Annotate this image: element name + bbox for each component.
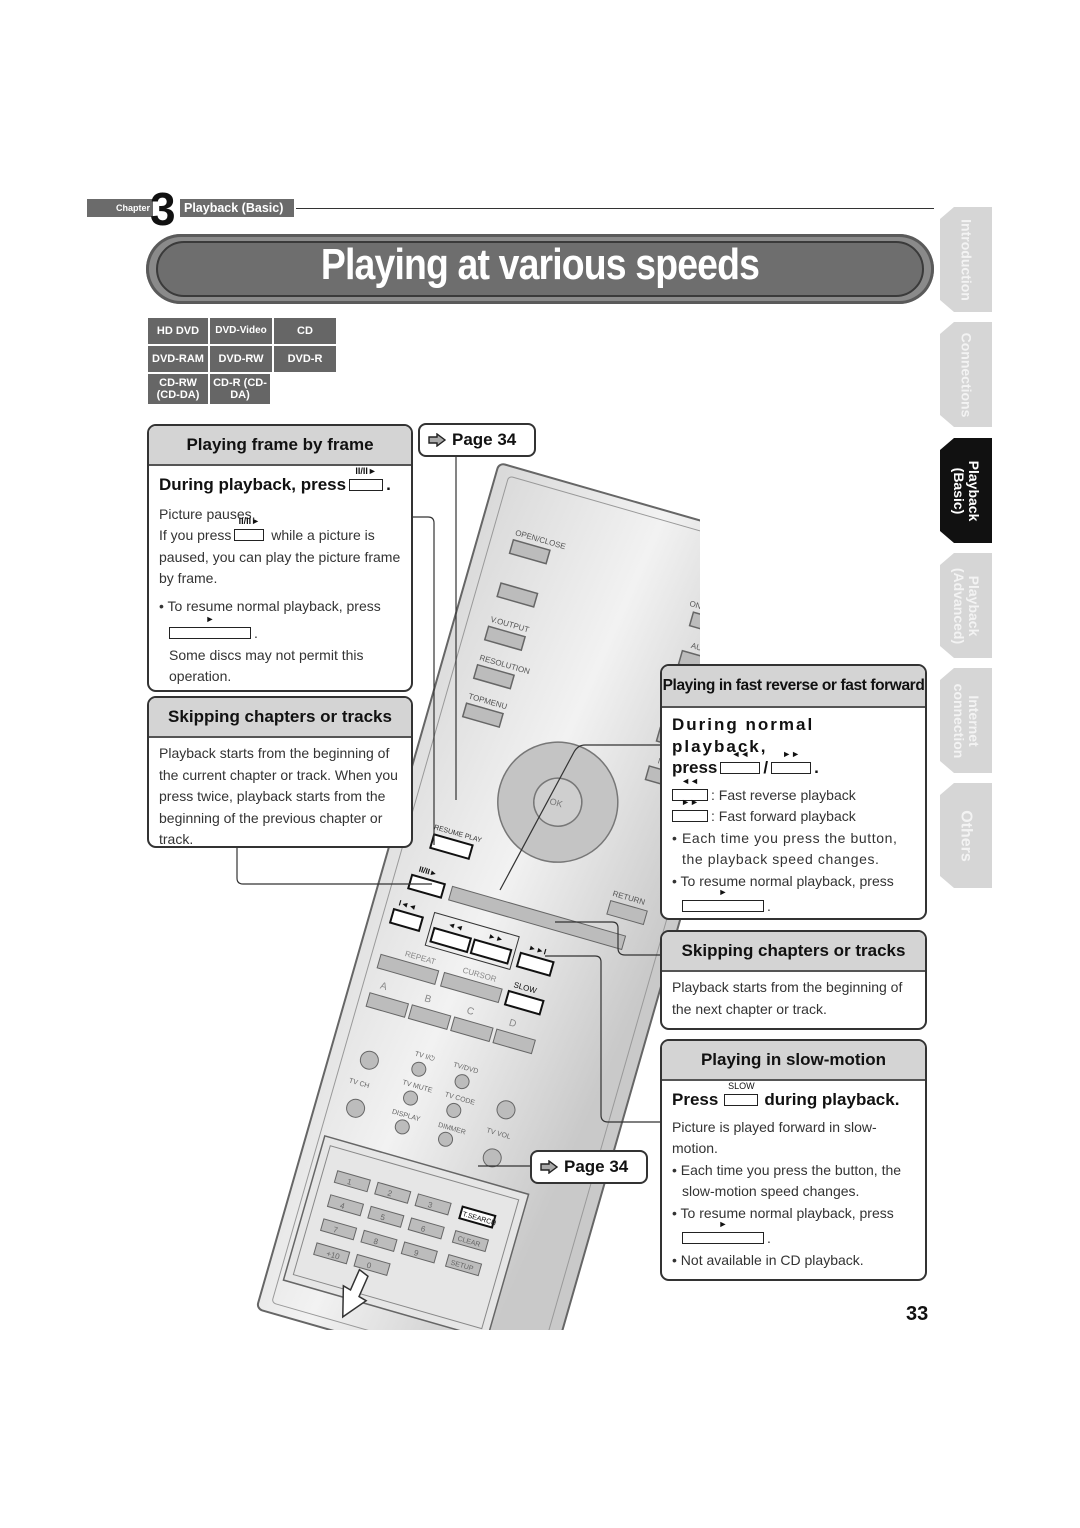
fast-search-box: Playing in fast reverse or fast forward … bbox=[660, 664, 927, 920]
slow-speed-bullet: • Each time you press the button, the sl… bbox=[672, 1161, 902, 1200]
disc-badge: DVD-RW bbox=[210, 346, 272, 372]
chapter-title: Playback (Basic) bbox=[184, 201, 284, 215]
arrow-right-icon bbox=[428, 433, 446, 447]
side-tab-label: Connections bbox=[958, 332, 975, 417]
frame-step-text: If you press II/II► while a picture is pa… bbox=[159, 516, 401, 586]
disc-badge: CD-R (CD-DA) bbox=[210, 374, 270, 404]
page-ref-top[interactable]: Page 34 bbox=[418, 423, 536, 457]
page-title: Playing at various speeds bbox=[320, 240, 760, 289]
side-tab-label: Playback (Advanced) bbox=[951, 567, 982, 644]
arrow-right-icon bbox=[540, 1160, 558, 1174]
rewind-key-icon: ◄◄ bbox=[720, 749, 761, 774]
skip-previous-heading: Skipping chapters or tracks bbox=[149, 698, 411, 738]
chapter-label: Chapter bbox=[116, 203, 151, 213]
page-ref-bottom[interactable]: Page 34 bbox=[530, 1150, 648, 1184]
pause-step-key-icon: II/II► bbox=[349, 466, 384, 491]
side-tab-label: Internet connection bbox=[951, 683, 982, 758]
side-tab-label: Playback (Basic) bbox=[951, 460, 982, 521]
frame-by-frame-lead: During playback, press II/II►. bbox=[159, 466, 391, 494]
play-key-icon: ► bbox=[682, 887, 764, 912]
cd-note-bullet: • Not available in CD playback. bbox=[672, 1251, 864, 1268]
fast-search-heading: Playing in fast reverse or fast forward bbox=[662, 666, 925, 708]
side-tab-internet-connection[interactable]: Internet connection bbox=[940, 668, 992, 773]
page-ref-label: Page 34 bbox=[564, 1157, 629, 1176]
play-key-icon: ► bbox=[169, 614, 251, 639]
side-tab-introduction[interactable]: Introduction bbox=[940, 207, 992, 312]
skip-next-heading: Skipping chapters or tracks bbox=[662, 932, 925, 972]
fast-forward-key-icon: ►► bbox=[771, 749, 812, 774]
disc-badge: CD-RW (CD-DA) bbox=[148, 374, 208, 404]
slow-motion-box: Playing in slow-motion Press SLOW during p… bbox=[660, 1039, 927, 1281]
lead-text: During playback, press bbox=[159, 475, 347, 494]
picture-pauses-text: Picture pauses. bbox=[159, 505, 256, 522]
disc-badge: DVD-RAM bbox=[148, 346, 208, 372]
chapter-number: 3 bbox=[150, 183, 176, 235]
pause-step-key-icon: II/II► bbox=[234, 516, 265, 541]
skip-previous-box: Skipping chapters or tracks Playback sta… bbox=[147, 696, 413, 848]
header-rule bbox=[296, 208, 934, 209]
side-tab-label: Others bbox=[957, 809, 975, 862]
disc-badge: DVD-R bbox=[274, 346, 336, 372]
play-key-icon: ► bbox=[682, 1219, 764, 1244]
disc-note: Some discs may not permit this operation… bbox=[169, 646, 364, 685]
slow-motion-heading: Playing in slow-motion bbox=[662, 1041, 925, 1081]
fast-lead-2: press ◄◄ / ►►. bbox=[672, 749, 819, 777]
disc-badge: HD DVD bbox=[148, 318, 208, 344]
side-tab-playback-advanced[interactable]: Playback (Advanced) bbox=[940, 553, 992, 658]
page-number: 33 bbox=[906, 1303, 929, 1325]
side-tab-playback-basic[interactable]: Playback (Basic) bbox=[940, 438, 992, 543]
rewind-desc: ◄◄: Fast reverse playback bbox=[672, 776, 915, 807]
side-tab-others[interactable]: Others bbox=[940, 783, 992, 888]
slow-lead: Press SLOW during playback. bbox=[672, 1081, 900, 1109]
slow-desc: Picture is played forward in slow-motion… bbox=[672, 1118, 877, 1157]
skip-next-box: Skipping chapters or tracks Playback sta… bbox=[660, 930, 927, 1030]
disc-badge: CD bbox=[274, 318, 336, 344]
disc-compatibility-badges: HD DVD DVD-Video CD DVD-RAM DVD-RW DVD-R… bbox=[148, 318, 336, 404]
disc-badge: DVD-Video bbox=[210, 318, 272, 344]
side-tab-label: Introduction bbox=[958, 218, 975, 301]
skip-previous-text: Playback starts from the beginning of th… bbox=[159, 745, 398, 847]
speed-change-bullet: • Each time you press the button, the pl… bbox=[672, 829, 898, 868]
frame-by-frame-heading: Playing frame by frame bbox=[149, 426, 411, 466]
page-ref-label: Page 34 bbox=[452, 430, 517, 449]
slow-key-icon: SLOW bbox=[724, 1081, 759, 1106]
fast-forward-key-icon: ►► bbox=[672, 797, 708, 822]
frame-by-frame-box: Playing frame by frame During playback, … bbox=[147, 424, 413, 692]
side-tab-connections[interactable]: Connections bbox=[940, 322, 992, 427]
skip-next-text: Playback starts from the beginning of th… bbox=[672, 979, 903, 1017]
fast-forward-desc: ►►: Fast forward playback bbox=[672, 797, 915, 828]
